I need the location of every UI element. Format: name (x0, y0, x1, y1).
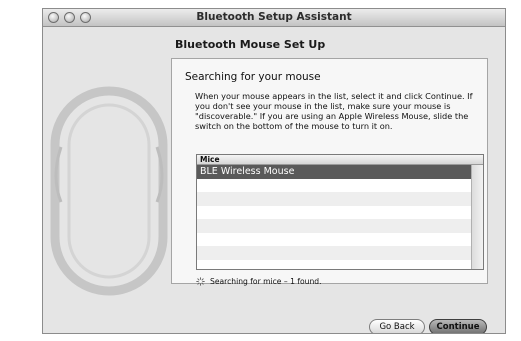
empty-list-row (197, 179, 471, 193)
mice-list[interactable]: Mice BLE Wireless Mouse (196, 154, 484, 270)
mouse-illustration-icon (50, 86, 168, 296)
content-panel: Searching for your mouse When your mouse… (171, 58, 488, 286)
empty-list-row (197, 233, 471, 247)
instructions-text: When your mouse appears in the list, sel… (195, 91, 473, 131)
empty-list-row (197, 246, 471, 260)
status-text: Searching for mice – 1 found. (210, 277, 322, 286)
list-item[interactable]: BLE Wireless Mouse (197, 165, 471, 179)
spinner-icon (196, 277, 205, 286)
title-bar[interactable]: Bluetooth Setup Assistant (43, 9, 505, 27)
empty-list-row (197, 206, 471, 220)
list-column-header[interactable]: Mice (197, 155, 483, 165)
page-heading: Bluetooth Mouse Set Up (175, 38, 326, 51)
empty-list-row (197, 192, 471, 206)
go-back-button[interactable]: Go Back (369, 319, 425, 333)
empty-list-row (197, 219, 471, 233)
setup-assistant-window: Bluetooth Setup Assistant Bluetooth Mous… (42, 8, 506, 334)
list-rows: BLE Wireless Mouse (197, 165, 471, 269)
continue-button[interactable]: Continue (429, 319, 487, 333)
section-title: Searching for your mouse (185, 71, 321, 83)
window-title: Bluetooth Setup Assistant (196, 11, 352, 23)
list-scrollbar[interactable] (471, 165, 483, 269)
search-status: Searching for mice – 1 found. (196, 277, 322, 286)
